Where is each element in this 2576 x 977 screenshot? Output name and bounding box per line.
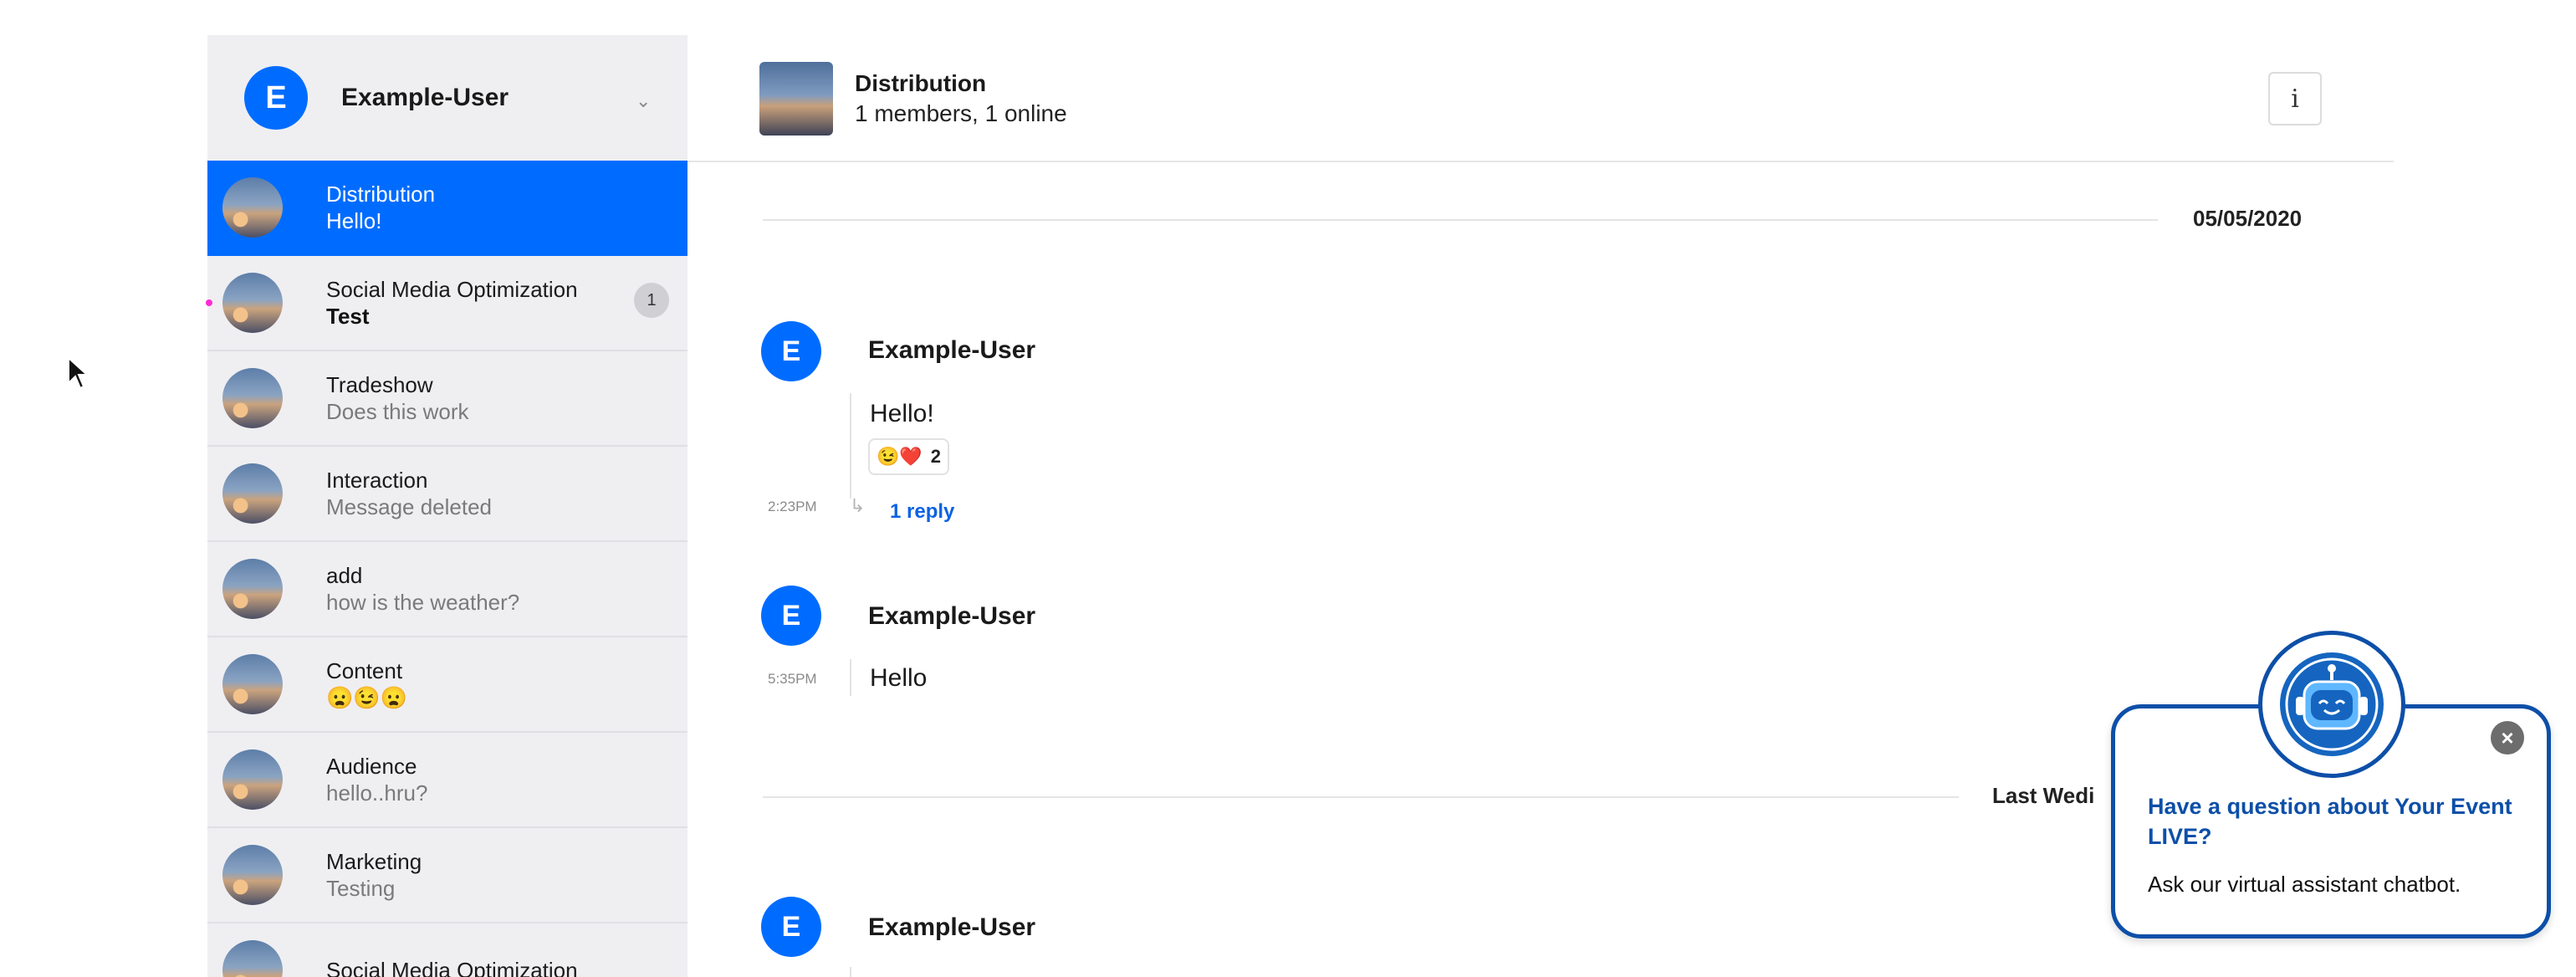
channel-preview: Testing [326, 876, 396, 901]
channel-member-count: 1 members, 1 online [855, 100, 1067, 126]
channel-name: Distribution [326, 182, 436, 207]
message-avatar[interactable]: E [761, 897, 821, 957]
channel-item-add[interactable]: add how is the weather? [207, 542, 687, 637]
message-avatar[interactable]: E [761, 586, 821, 646]
message-avatar[interactable]: E [761, 321, 821, 381]
channel-avatar [222, 845, 283, 905]
channel-title: Distribution [855, 70, 987, 96]
channel-item-social-media-optimization-2[interactable]: Social Media Optimization [207, 923, 687, 977]
channel-item-distribution[interactable]: Distribution Hello! [207, 161, 687, 256]
channel-preview: Message deleted [326, 494, 493, 519]
unread-indicator [206, 299, 212, 306]
channel-avatar [222, 463, 283, 524]
message-author[interactable]: Example-User [868, 602, 1035, 631]
channel-info-button[interactable]: i [2268, 72, 2322, 125]
date-separator: Last Wedi [763, 780, 2118, 813]
message-author[interactable]: Example-User [868, 913, 1035, 942]
channel-preview: Test [326, 304, 370, 329]
channel-name: Content [326, 658, 403, 683]
channel-preview: Does this work [326, 399, 469, 424]
mouse-cursor-icon [68, 356, 89, 390]
user-avatar: E [244, 66, 308, 130]
message-timestamp: 2:23PM [768, 499, 817, 514]
date-separator: 05/05/2020 [763, 202, 2335, 236]
channel-avatar [222, 654, 283, 714]
channel-item-social-media-optimization[interactable]: Social Media Optimization Test 1 [206, 256, 687, 351]
user-menu[interactable]: E Example-User ⌄ [207, 35, 687, 161]
date-label: 05/05/2020 [2193, 206, 2303, 231]
channel-sidebar: E Example-User ⌄ Distribution Hello! Soc… [206, 35, 687, 977]
reaction-emojis: 😉❤️ [877, 446, 923, 467]
message-author[interactable]: Example-User [868, 336, 1035, 365]
channel-name: Tradeshow [326, 372, 433, 397]
message-timestamp: 5:35PM [768, 671, 817, 687]
message-text: Hello! [870, 400, 934, 427]
divider [763, 796, 1959, 798]
channel-name: Marketing [326, 849, 422, 874]
channel-item-content[interactable]: Content 😦😉😦 [207, 637, 687, 733]
message-thread-bar [850, 967, 851, 977]
channel-name: Social Media Optimization [326, 958, 578, 977]
robot-icon[interactable] [2258, 631, 2405, 778]
message-reactions[interactable]: 😉❤️ 2 [868, 438, 950, 475]
reply-arrow-icon: ↳ [850, 495, 866, 516]
chevron-down-icon[interactable]: ⌄ [636, 90, 651, 112]
channel-item-interaction[interactable]: Interaction Message deleted [207, 447, 687, 542]
channel-item-tradeshow[interactable]: Tradeshow Does this work [207, 351, 687, 447]
chat-header: Distribution 1 members, 1 online i [687, 35, 2394, 162]
unread-count-badge: 1 [634, 283, 669, 318]
robot-icon-graphic [2280, 652, 2384, 756]
thread-reply-link[interactable]: 1 reply [890, 500, 954, 524]
channel-name: add [326, 563, 363, 588]
channel-preview: how is the weather? [326, 590, 520, 615]
channel-avatar [222, 368, 283, 428]
channel-item-audience[interactable]: Audience hello..hru? [207, 733, 687, 828]
date-label: Last Wedi [1992, 783, 2095, 808]
channel-name: Audience [326, 754, 417, 779]
channel-avatar [222, 559, 283, 619]
message-thread-bar [850, 659, 851, 696]
chatbot-subtitle[interactable]: Ask our virtual assistant chatbot. [2148, 872, 2461, 898]
channel-name: Interaction [326, 468, 428, 493]
chatbot-title[interactable]: Have a question about Your Event LIVE? [2148, 791, 2533, 852]
channel-image [759, 62, 833, 136]
channel-avatar [222, 749, 283, 810]
message-thread-bar [850, 393, 851, 499]
channel-preview: hello..hru? [326, 780, 428, 806]
message-text: Hello [870, 664, 928, 692]
user-name: Example-User [341, 84, 509, 111]
channel-item-marketing[interactable]: Marketing Testing [207, 828, 687, 923]
channel-preview: 😦😉😦 [326, 685, 408, 710]
channel-avatar [222, 940, 283, 977]
channel-name: Social Media Optimization [326, 277, 578, 302]
close-icon[interactable]: × [2491, 721, 2524, 754]
divider [763, 219, 2158, 221]
channel-avatar [222, 177, 283, 238]
channel-avatar [222, 273, 283, 333]
channel-preview: Hello! [326, 208, 382, 233]
reaction-count: 2 [930, 446, 942, 467]
